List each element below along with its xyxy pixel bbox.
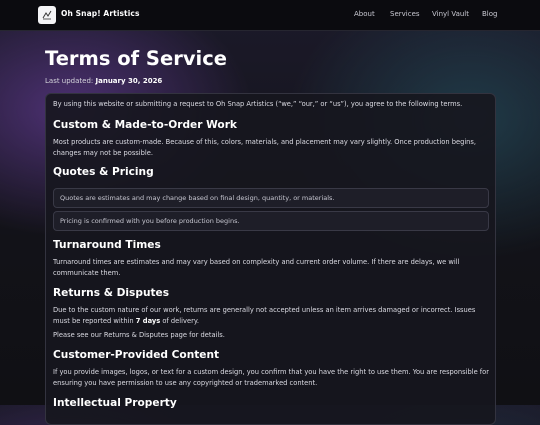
section-heading-ip: Intellectual Property <box>53 397 177 409</box>
nav-link-vinyl-vault[interactable]: Vinyl Vault <box>432 10 469 18</box>
section-body-custom-work: Most products are custom-made. Because o… <box>53 138 477 158</box>
nav-link-services[interactable]: Services <box>390 10 420 18</box>
intro-text: By using this website or submitting a re… <box>53 100 463 108</box>
section-heading-customer-content: Customer-Provided Content <box>53 349 220 361</box>
page-title: Terms of Service <box>45 47 228 70</box>
pricing-note: Pricing is confirmed with you before pro… <box>53 211 489 231</box>
section-body-returns: Due to the custom nature of our work, re… <box>53 305 489 328</box>
last-updated: Last updated: January 30, 2026 <box>45 77 162 85</box>
last-updated-label: Last updated: <box>45 77 94 85</box>
last-updated-date: January 30, 2026 <box>95 77 163 85</box>
section-heading-custom-work: Custom & Made-to-Order Work <box>53 119 237 131</box>
section-heading-returns: Returns & Disputes <box>53 287 170 299</box>
pricing-note-text: Pricing is confirmed with you before pro… <box>60 217 240 225</box>
top-nav: Oh Snap! Artistics About Services Vinyl … <box>0 0 540 31</box>
nav-link-blog[interactable]: Blog <box>482 10 497 18</box>
section-body-turnaround: Turnaround times are estimates and may v… <box>53 258 460 278</box>
brand-logo[interactable] <box>38 6 56 24</box>
section-body-customer-content: If you provide images, logos, or text fo… <box>53 368 490 388</box>
brand-name[interactable]: Oh Snap! Artistics <box>61 9 140 18</box>
returns-page-note: Please see our Returns & Disputes page f… <box>53 331 225 339</box>
nav-link-about[interactable]: About <box>354 10 375 18</box>
quotes-note: Quotes are estimates and may change base… <box>53 188 489 208</box>
returns-days: 7 days <box>135 317 161 326</box>
quotes-note-text: Quotes are estimates and may change base… <box>60 194 335 202</box>
section-heading-turnaround: Turnaround Times <box>53 239 161 251</box>
section-heading-quotes: Quotes & Pricing <box>53 166 154 178</box>
camera-sketch-icon <box>42 10 52 20</box>
returns-text-end: of delivery. <box>160 317 199 326</box>
returns-text-start: Due to the custom nature of our work, re… <box>53 306 476 326</box>
